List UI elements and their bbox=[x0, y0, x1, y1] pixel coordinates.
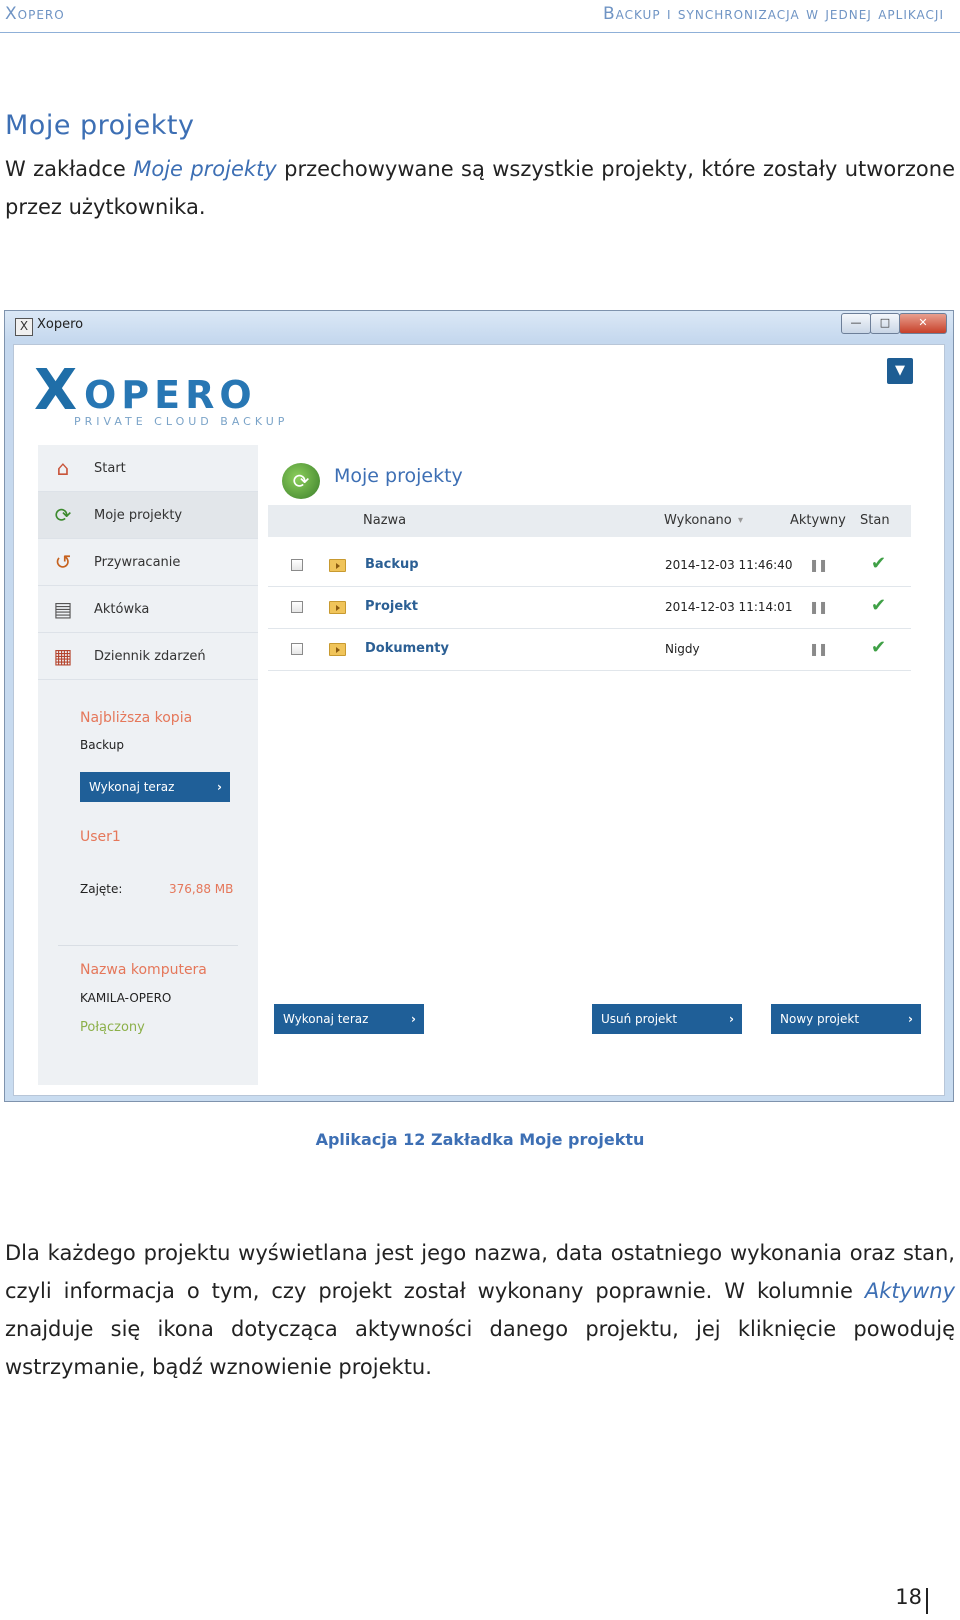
briefcase-icon: ▤ bbox=[53, 597, 73, 621]
window-controls: — □ ✕ bbox=[841, 313, 947, 334]
new-project-button[interactable]: Nowy projekt › bbox=[771, 1004, 921, 1034]
log-icon: ▦ bbox=[53, 644, 73, 668]
computer-name-label: Nazwa komputera bbox=[80, 962, 207, 978]
used-space-value: 376,88 MB bbox=[169, 882, 234, 896]
sidebar-item-restore[interactable]: ↺ Przywracanie bbox=[38, 539, 258, 586]
row-checkbox[interactable] bbox=[291, 601, 303, 613]
page-number-bar bbox=[926, 1588, 928, 1614]
chevron-right-icon: › bbox=[411, 1012, 416, 1026]
table-row[interactable]: Backup 2014-12-03 11:46:40 ❚❚ ✔ bbox=[268, 545, 911, 587]
intro-emphasis: Moje projekty bbox=[133, 157, 277, 181]
figure-caption: Aplikacja 12 Zakładka Moje projektu bbox=[315, 1130, 645, 1149]
minimize-button[interactable]: — bbox=[841, 313, 871, 334]
table-row[interactable]: Projekt 2014-12-03 11:14:01 ❚❚ ✔ bbox=[268, 587, 911, 629]
sidebar-item-label: Start bbox=[94, 460, 126, 476]
header-brand: Xopero bbox=[5, 4, 65, 24]
body-paragraph: Dla każdego projektu wyświetlana jest je… bbox=[5, 1234, 955, 1386]
project-date: 2014-12-03 11:14:01 bbox=[665, 600, 793, 614]
pause-icon[interactable]: ❚❚ bbox=[809, 558, 828, 572]
logo-word: OPERO bbox=[84, 373, 257, 417]
projects-icon: ⟳ bbox=[282, 463, 320, 499]
chevron-right-icon: › bbox=[908, 1012, 913, 1026]
project-name[interactable]: Dokumenty bbox=[365, 641, 449, 656]
header-rule bbox=[0, 32, 960, 33]
window-title: Xopero bbox=[37, 317, 84, 332]
chevron-right-icon: › bbox=[729, 1012, 734, 1026]
pause-icon[interactable]: ❚❚ bbox=[809, 600, 828, 614]
button-label: Usuń projekt bbox=[601, 1012, 678, 1026]
next-backup-value: Backup bbox=[80, 738, 124, 752]
header-tagline: Backup i synchronizacja w jednej aplikac… bbox=[602, 4, 944, 24]
sidebar-divider bbox=[58, 945, 238, 946]
check-icon: ✔ bbox=[871, 595, 887, 616]
next-backup-label: Najbliższa kopia bbox=[80, 710, 193, 726]
column-state[interactable]: Stan bbox=[860, 513, 890, 528]
maximize-button[interactable]: □ bbox=[870, 313, 900, 334]
home-icon: ⌂ bbox=[56, 456, 70, 480]
body-text-start: Dla każdego projektu wyświetlana jest je… bbox=[5, 1241, 955, 1303]
app-content: X OPERO PRIVATE CLOUD BACKUP ▼ ⌂ Start ⟳… bbox=[13, 344, 945, 1096]
column-active[interactable]: Aktywny bbox=[790, 513, 846, 528]
body-emphasis: Aktywny bbox=[864, 1279, 955, 1303]
main-title: Moje projekty bbox=[334, 465, 463, 487]
logo-subtitle: PRIVATE CLOUD BACKUP bbox=[74, 415, 289, 428]
user-name: User1 bbox=[80, 829, 121, 845]
delete-project-button[interactable]: Usuń projekt › bbox=[592, 1004, 742, 1034]
sidebar-item-start[interactable]: ⌂ Start bbox=[38, 445, 258, 492]
pause-icon[interactable]: ❚❚ bbox=[809, 642, 828, 656]
column-name[interactable]: Nazwa bbox=[363, 513, 406, 528]
intro-text-start: W zakładce bbox=[5, 157, 134, 181]
used-space-label: Zajęte: bbox=[80, 882, 123, 896]
project-name[interactable]: Projekt bbox=[365, 599, 418, 614]
chevron-down-icon[interactable]: ▼ bbox=[887, 358, 913, 384]
project-date: Nigdy bbox=[665, 642, 700, 656]
sidebar-item-label: Moje projekty bbox=[94, 507, 183, 523]
active-indicator bbox=[258, 506, 268, 526]
app-title-icon: X bbox=[15, 318, 33, 336]
connection-status: Połączony bbox=[80, 1020, 145, 1035]
sort-icon[interactable]: ▾ bbox=[738, 515, 743, 526]
sidebar-item-briefcase[interactable]: ▤ Aktówka bbox=[38, 586, 258, 633]
sidebar-item-log[interactable]: ▦ Dziennik zdarzeń bbox=[38, 633, 258, 680]
folder-icon bbox=[329, 559, 346, 572]
sidebar-item-label: Przywracanie bbox=[94, 554, 181, 570]
restore-icon: ↺ bbox=[54, 550, 72, 574]
folder-icon bbox=[329, 643, 346, 656]
app-window: X Xopero — □ ✕ X OPERO PRIVATE CLOUD BAC… bbox=[4, 310, 954, 1102]
project-date: 2014-12-03 11:46:40 bbox=[665, 558, 793, 572]
folder-icon bbox=[329, 601, 346, 614]
button-label: Wykonaj teraz bbox=[89, 780, 175, 794]
button-label: Wykonaj teraz bbox=[283, 1012, 369, 1026]
intro-paragraph: W zakładce Moje projekty przechowywane s… bbox=[5, 150, 955, 226]
sidebar: ⌂ Start ⟳ Moje projekty ↺ Przywracanie ▤… bbox=[38, 445, 268, 1085]
page-number: 18 bbox=[895, 1585, 922, 1609]
check-icon: ✔ bbox=[871, 637, 887, 658]
row-checkbox[interactable] bbox=[291, 643, 303, 655]
logo-mark: X bbox=[34, 358, 78, 423]
run-now-button[interactable]: Wykonaj teraz › bbox=[274, 1004, 424, 1034]
sidebar-item-label: Dziennik zdarzeń bbox=[94, 648, 206, 664]
project-name[interactable]: Backup bbox=[365, 557, 419, 572]
sidebar-run-now-button[interactable]: Wykonaj teraz › bbox=[80, 772, 230, 802]
close-button[interactable]: ✕ bbox=[899, 313, 947, 334]
row-checkbox[interactable] bbox=[291, 559, 303, 571]
sidebar-item-projects[interactable]: ⟳ Moje projekty bbox=[38, 492, 268, 539]
chevron-right-icon: › bbox=[217, 780, 222, 794]
column-done[interactable]: Wykonano bbox=[664, 513, 732, 528]
check-icon: ✔ bbox=[871, 553, 887, 574]
button-label: Nowy projekt bbox=[780, 1012, 860, 1026]
sidebar-item-label: Aktówka bbox=[94, 601, 150, 617]
body-text-end: znajduje się ikona dotycząca aktywności … bbox=[5, 1317, 955, 1379]
projects-icon: ⟳ bbox=[54, 503, 72, 527]
table-header: Nazwa Wykonano ▾ Aktywny Stan bbox=[268, 505, 911, 537]
section-title: Moje projekty bbox=[5, 110, 195, 141]
table-row[interactable]: Dokumenty Nigdy ❚❚ ✔ bbox=[268, 629, 911, 671]
computer-name-value: KAMILA-OPERO bbox=[80, 991, 172, 1005]
